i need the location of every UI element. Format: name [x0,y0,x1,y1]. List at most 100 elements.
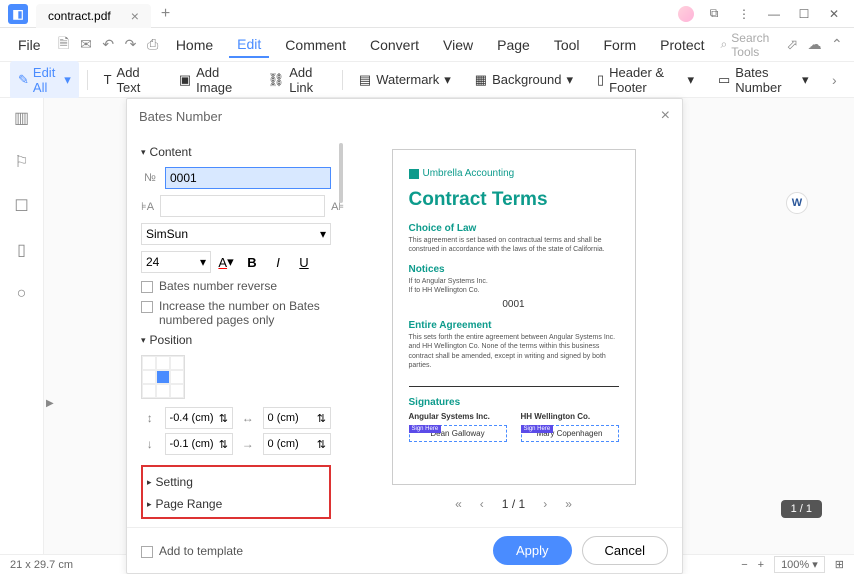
background-button[interactable]: ▦Background▾ [467,68,581,92]
mail-icon[interactable]: ✉ [79,33,93,57]
menu-protect[interactable]: Protect [652,33,712,57]
close-dialog-icon[interactable]: × [661,107,670,125]
signature-field-2: Sign HereMary Copenhagen [521,425,619,442]
text-icon: T [104,72,112,87]
menu-comment[interactable]: Comment [277,33,354,57]
position-grid[interactable] [141,355,185,399]
edit-all-button[interactable]: ✎ Edit All ▾ [10,61,79,99]
dialog-footer: Add to template Apply Cancel [127,527,682,573]
caret-down-icon: ▾ [141,147,146,158]
attachment-icon[interactable]: ▯ [12,240,32,260]
close-window-icon[interactable]: ✕ [824,4,844,24]
page-dimensions: 21 x 29.7 cm [10,559,73,571]
add-link-button[interactable]: ⛓Add Link [260,61,334,99]
word-export-icon[interactable]: W [786,192,808,214]
save-icon[interactable]: 🗎 [57,33,71,57]
offset-x-input[interactable]: -0.4 (cm)⇅ [165,407,233,429]
more-tools-icon[interactable]: › [825,68,844,92]
redo-icon[interactable]: ↷ [123,33,137,57]
underline-button[interactable]: U [293,251,315,273]
zoom-in-icon[interactable]: + [758,559,764,571]
menu-bar: File 🗎 ✉ ↶ ↷ ⎙ Home Edit Comment Convert… [0,28,854,62]
offset-y2-input[interactable]: 0 (cm)⇅ [263,433,331,455]
bates-number-button[interactable]: ▭Bates Number▾ [710,61,817,99]
cancel-button[interactable]: Cancel [582,536,668,565]
bates-number-input[interactable] [165,167,331,189]
caret-right-icon: ▸ [147,477,152,488]
down-offset-icon: ↓ [141,435,159,453]
menu-edit[interactable]: Edit [229,32,269,58]
bold-button[interactable]: B [241,251,263,273]
print-icon[interactable]: ⎙ [146,33,160,57]
caret-right-icon: ▸ [147,499,152,510]
page-range-section[interactable]: ▸Page Range [147,497,325,511]
close-tab-icon[interactable]: × [131,8,139,24]
fit-page-icon[interactable]: ⊞ [835,558,844,571]
font-select[interactable]: SimSun▾ [141,223,331,245]
prefix-input[interactable] [160,195,325,217]
caret-down-icon: ▾ [141,335,146,346]
maximize-icon[interactable]: ☐ [794,4,814,24]
menu-page[interactable]: Page [489,33,538,57]
preview-title: Contract Terms [409,189,619,211]
document-preview: Umbrella Accounting Contract Terms Choic… [392,149,636,485]
collapse-sidebar-icon[interactable]: ▶ [46,398,54,409]
offset-x2-input[interactable]: 0 (cm)⇅ [263,407,331,429]
brand-logo-icon [409,169,419,179]
chevron-down-icon: ▾ [64,72,71,88]
menu-form[interactable]: Form [596,33,645,57]
menu-convert[interactable]: Convert [362,33,427,57]
add-template-checkbox[interactable]: Add to template [141,544,243,558]
position-center[interactable] [156,370,170,384]
last-page-icon[interactable]: » [565,497,572,511]
scrollbar[interactable] [339,143,343,203]
right-offset-icon: → [239,435,257,453]
share-icon[interactable]: ⧉ [704,4,724,24]
color-button[interactable]: A▾ [215,251,237,273]
collapse-ribbon-icon[interactable]: ⌃ [830,33,844,57]
add-image-button[interactable]: ▣Add Image [171,61,252,99]
apply-button[interactable]: Apply [493,536,572,565]
zoom-out-icon[interactable]: − [741,559,747,571]
setting-section[interactable]: ▸Setting [147,475,325,489]
chevron-down-icon: ▾ [320,227,326,241]
cloud-icon[interactable]: ☁ [808,33,822,57]
zoom-select[interactable]: 100% ▾ [774,556,825,573]
open-icon[interactable]: ⬀ [785,33,799,57]
content-section[interactable]: ▾Content [141,145,331,159]
italic-button[interactable]: I [267,251,289,273]
search-tools[interactable]: ⌕ Search Tools [721,31,770,59]
signature-field-1: Sign HereDean Galloway [409,425,507,442]
document-tab[interactable]: contract.pdf × [36,4,151,28]
menu-tool[interactable]: Tool [546,33,588,57]
bates-number-preview: 0001 [409,299,619,310]
reverse-checkbox[interactable]: Bates number reverse [141,279,331,293]
menu-view[interactable]: View [435,33,481,57]
thumbnails-icon[interactable]: ▥ [12,108,32,128]
menu-home[interactable]: Home [168,33,221,57]
minimize-icon[interactable]: — [764,4,784,24]
add-text-button[interactable]: TAdd Text [96,61,163,99]
kebab-menu-icon[interactable]: ⋮ [734,4,754,24]
bates-number-dialog: Bates Number × ▾Content № ⊧A A⊧ SimSun▾ [126,98,683,574]
first-page-icon[interactable]: « [455,497,462,511]
position-section[interactable]: ▾Position [141,333,331,347]
increase-checkbox[interactable]: Increase the number on Bates numbered pa… [141,299,331,327]
horizontal-offset-icon: ↔ [239,409,257,427]
undo-icon[interactable]: ↶ [101,33,115,57]
comment-icon[interactable]: ☐ [12,196,32,216]
next-page-icon[interactable]: › [543,497,547,511]
highlighted-sections: ▸Setting ▸Page Range [141,465,331,519]
header-footer-button[interactable]: ▯Header & Footer▾ [589,61,702,99]
search-panel-icon[interactable]: ○ [12,284,32,304]
bookmark-icon[interactable]: ⚐ [12,152,32,172]
watermark-button[interactable]: ▤Watermark▾ [351,68,459,92]
left-sidebar: ▥ ⚐ ☐ ▯ ○ [0,98,44,554]
prefix-icon: ⊧A [141,197,154,215]
size-select[interactable]: 24▾ [141,251,211,273]
add-tab-icon[interactable]: + [161,5,170,23]
offset-y-input[interactable]: -0.1 (cm)⇅ [165,433,233,455]
prev-page-icon[interactable]: ‹ [480,497,484,511]
user-avatar[interactable] [678,6,694,22]
menu-file[interactable]: File [10,33,49,57]
